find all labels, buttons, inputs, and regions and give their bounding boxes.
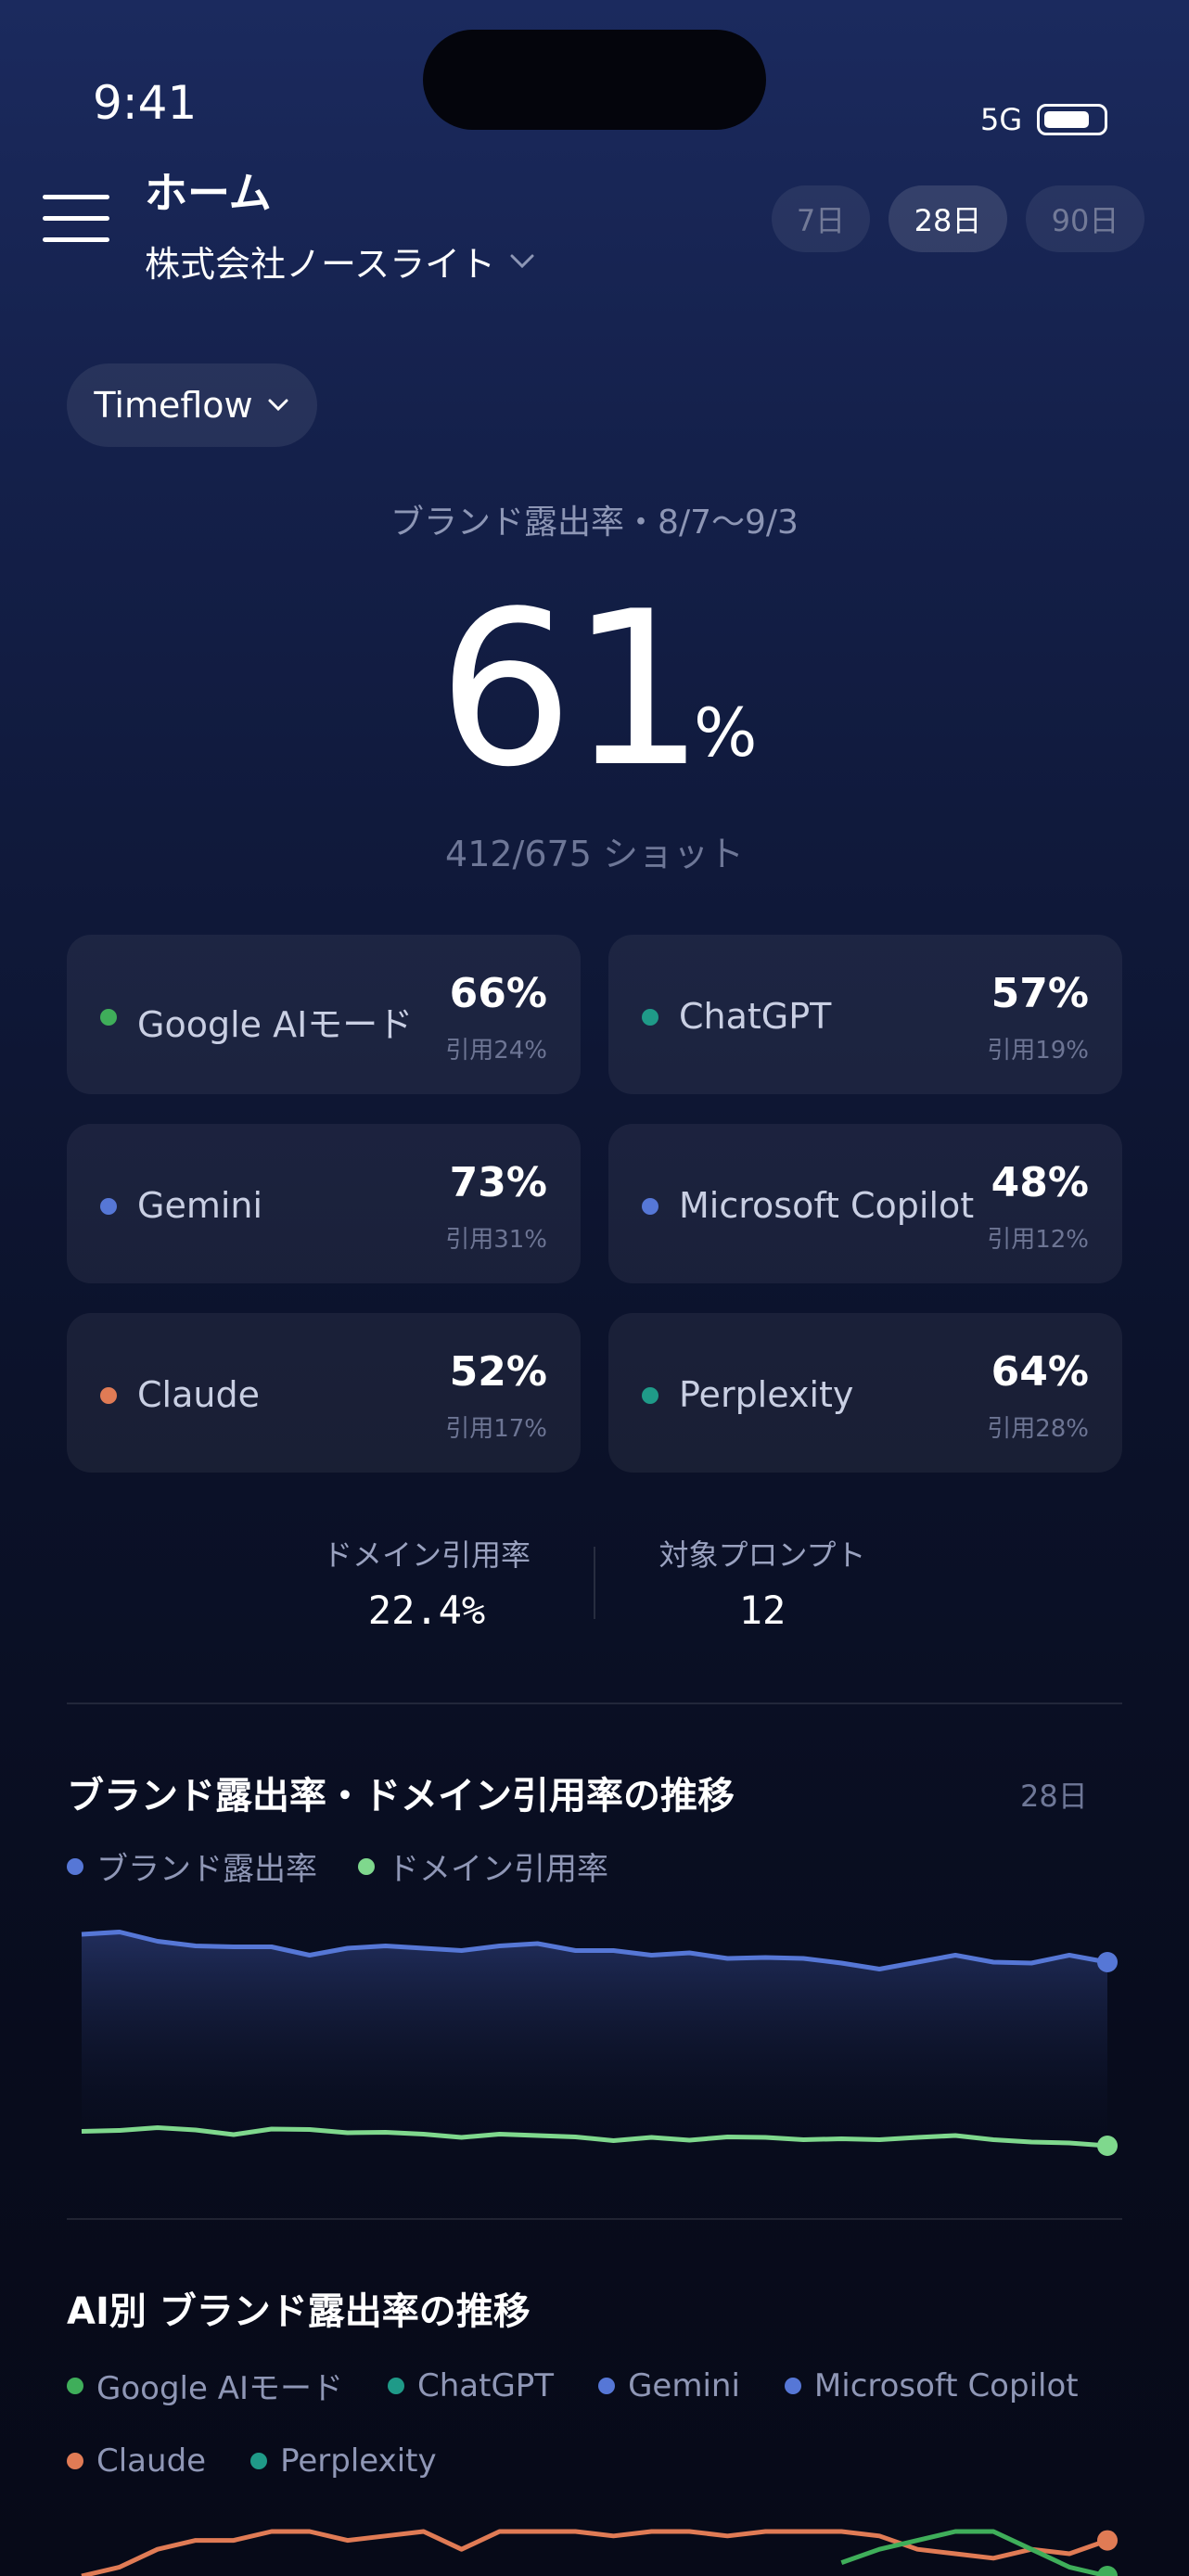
- legend-item: Claude: [67, 2442, 206, 2480]
- trend-legend: ブランド露出率 ドメイン引用率: [67, 1843, 649, 1889]
- legend-label: Gemini: [628, 2366, 740, 2404]
- ai-legend-row-1: Google AIモード ChatGPT Gemini Microsoft Co…: [67, 2363, 1079, 2408]
- status-dot: [100, 1387, 117, 1404]
- ai-series-line-1: [81, 2529, 1108, 2576]
- engine-card-chatgpt[interactable]: ChatGPT 57% 引用19%: [608, 935, 1122, 1094]
- exposure-unit: %: [694, 694, 758, 772]
- legend-dot: [358, 1857, 375, 1875]
- series-area-fill: [82, 1932, 1107, 2157]
- engine-card-gemini[interactable]: Gemini 73% 引用31%: [67, 1124, 581, 1283]
- engine-card-perplexity[interactable]: Perplexity 64% 引用28%: [608, 1313, 1122, 1473]
- engine-exposure: 48%: [991, 1159, 1089, 1206]
- engine-name: Perplexity: [679, 1374, 854, 1415]
- domain-cite-value: 22.4%: [367, 1588, 486, 1633]
- legend-label: ブランド露出率: [96, 1851, 317, 1888]
- engine-exposure: 73%: [449, 1159, 547, 1206]
- series-end-point-1: [1097, 1952, 1118, 1972]
- shot-count: 412/675 ショット: [445, 834, 744, 874]
- legend-item: Perplexity: [250, 2442, 437, 2480]
- legend-item: Google AIモード: [67, 2363, 343, 2408]
- range-28d-button[interactable]: 28日: [889, 185, 1007, 252]
- legend-dot: [388, 2377, 404, 2394]
- legend-label: Google AIモード: [96, 2370, 343, 2407]
- engine-citation: 引用31%: [445, 1226, 547, 1254]
- company-selector[interactable]: 株式会社ノースライト: [145, 236, 536, 287]
- status-dot: [642, 1387, 658, 1404]
- view-dropdown-label: Timeflow: [94, 385, 253, 426]
- legend-dot: [67, 2377, 83, 2394]
- dynamic-island: [423, 30, 766, 130]
- engine-citation: 引用24%: [445, 1037, 547, 1065]
- engine-card-google[interactable]: Google AIモード 66% 引用24%: [67, 935, 581, 1094]
- range-7d-button[interactable]: 7日: [772, 185, 870, 252]
- engine-exposure: 66%: [449, 970, 547, 1017]
- legend-label: Claude: [96, 2442, 207, 2480]
- network-indicator: 5G: [980, 102, 1023, 137]
- legend-label: Perplexity: [280, 2442, 437, 2480]
- status-dot: [100, 1009, 117, 1026]
- ai-series-end-point-2: [1097, 2566, 1118, 2576]
- battery-icon: [1037, 104, 1107, 135]
- legend-dot: [67, 1857, 83, 1875]
- ai-legend-row-2: Claude Perplexity: [67, 2442, 478, 2480]
- status-time: 9:41: [93, 76, 198, 130]
- range-selector: 7日 28日 90日: [772, 185, 1144, 252]
- legend-item: ドメイン引用率: [358, 1843, 608, 1889]
- ai-series-end-point-1: [1097, 2530, 1118, 2551]
- exposure-value: 61: [438, 567, 706, 814]
- legend-label: ChatGPT: [417, 2366, 555, 2404]
- legend-label: ドメイン引用率: [388, 1851, 608, 1888]
- hamburger-menu-icon[interactable]: [43, 195, 109, 243]
- trend-section-range: 28日: [1020, 1779, 1088, 1814]
- engine-card-copilot[interactable]: Microsoft Copilot 48% 引用12%: [608, 1124, 1122, 1283]
- trend-chart[interactable]: [67, 1906, 1122, 2166]
- legend-label: Microsoft Copilot: [813, 2366, 1079, 2404]
- legend-dot: [598, 2377, 616, 2394]
- legend-item: Microsoft Copilot: [784, 2366, 1079, 2404]
- legend-dot: [784, 2377, 801, 2394]
- engine-exposure: 57%: [991, 970, 1089, 1017]
- status-dot: [642, 1009, 658, 1026]
- chevron-down-icon: [510, 254, 534, 268]
- page-title: ホーム: [145, 168, 272, 218]
- legend-dot: [250, 2453, 268, 2469]
- exposure-period-label: ブランド露出率・8/7〜9/3: [390, 504, 799, 542]
- engine-citation: 引用28%: [987, 1415, 1089, 1443]
- legend-item: Gemini: [598, 2367, 740, 2404]
- engine-exposure: 64%: [991, 1348, 1089, 1396]
- section-divider: [67, 1702, 1122, 1704]
- engine-card-claude[interactable]: Claude 52% 引用17%: [67, 1313, 581, 1473]
- domain-cite-label: ドメイン引用率: [322, 1537, 531, 1573]
- range-90d-button[interactable]: 90日: [1026, 185, 1144, 252]
- ai-chart[interactable]: [67, 2513, 1122, 2576]
- engine-exposure: 52%: [449, 1348, 547, 1396]
- prompts-label: 対象プロンプト: [658, 1537, 866, 1573]
- legend-item: ブランド露出率: [67, 1843, 317, 1889]
- engine-citation: 引用19%: [987, 1037, 1089, 1065]
- view-dropdown[interactable]: Timeflow: [67, 363, 317, 447]
- series-end-point-2: [1097, 2136, 1118, 2156]
- engine-name: Google AIモード: [137, 1004, 414, 1045]
- section-divider: [67, 2218, 1122, 2220]
- engine-name: ChatGPT: [679, 996, 832, 1037]
- engine-name: Microsoft Copilot: [679, 1185, 975, 1226]
- legend-item: ChatGPT: [388, 2367, 554, 2404]
- trend-section-title: ブランド露出率・ドメイン引用率の推移: [67, 1775, 735, 1817]
- chevron-down-icon: [268, 399, 288, 412]
- company-name: 株式会社ノースライト: [145, 244, 496, 285]
- prompts-value: 12: [738, 1588, 786, 1633]
- engine-name: Gemini: [137, 1185, 263, 1226]
- engine-citation: 引用17%: [445, 1415, 547, 1443]
- ai-section-title: AI別 ブランド露出率の推移: [67, 2290, 531, 2333]
- legend-dot: [67, 2453, 83, 2469]
- engine-citation: 引用12%: [987, 1226, 1089, 1254]
- engine-name: Claude: [137, 1374, 260, 1415]
- status-dot: [100, 1198, 117, 1215]
- status-dot: [642, 1198, 658, 1215]
